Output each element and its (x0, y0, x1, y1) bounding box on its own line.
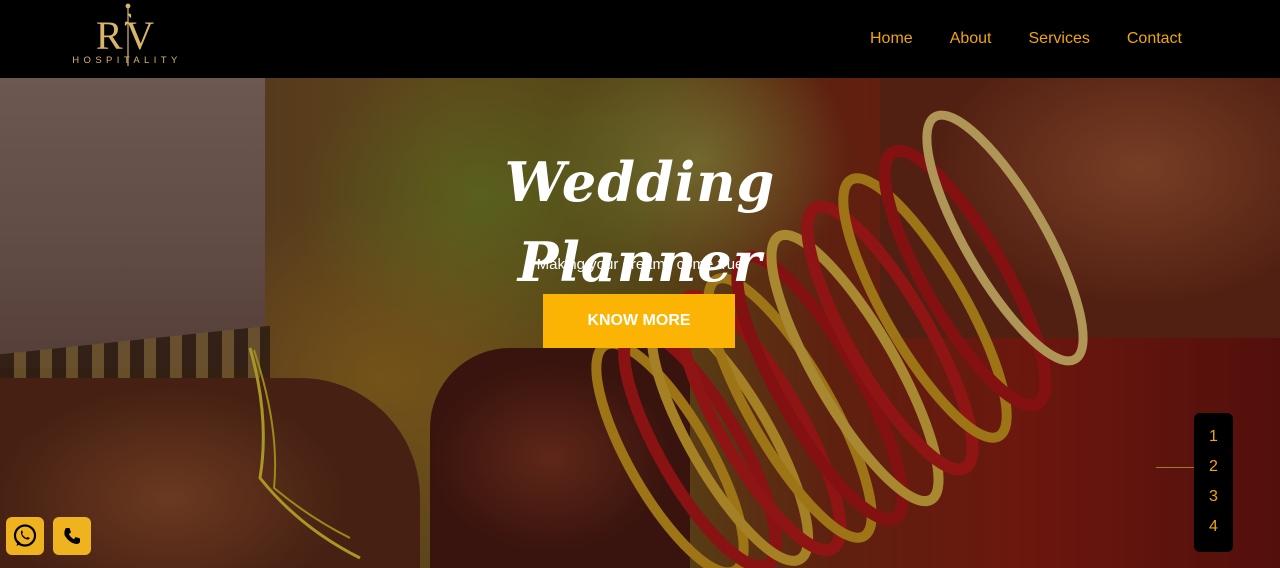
site-header: RV HOSPITALITY Home About Services Conta… (0, 0, 1280, 78)
nav-contact-link[interactable]: Contact (1127, 28, 1182, 50)
pager-item-3[interactable]: 3 (1194, 485, 1233, 509)
pager-item-4[interactable]: 4 (1194, 515, 1233, 539)
whatsapp-button[interactable] (6, 517, 44, 555)
phone-icon (64, 528, 80, 544)
phone-button[interactable] (53, 517, 91, 555)
brand-logo[interactable]: RV HOSPITALITY (62, 0, 192, 74)
nav-home-link[interactable]: Home (870, 28, 913, 50)
nav-services-link[interactable]: Services (1029, 28, 1090, 50)
logo-subtitle: HOSPITALITY (72, 55, 182, 66)
pager-item-2[interactable]: 2 (1194, 455, 1233, 479)
hero-subtitle: Making your dreams come true (536, 256, 744, 273)
whatsapp-icon (13, 524, 37, 547)
slide-pager: 1 2 3 4 (1194, 413, 1233, 552)
nav-about-link[interactable]: About (950, 28, 992, 50)
pager-item-1[interactable]: 1 (1194, 425, 1233, 449)
know-more-button[interactable]: KNOW MORE (543, 294, 735, 348)
hero-title: Wedding Planner (504, 150, 776, 294)
logo-letters: RV (95, 13, 161, 58)
hero-slider: Wedding Planner Making your dreams come … (0, 78, 1280, 568)
main-nav: Home About Services Contact (870, 28, 1182, 50)
